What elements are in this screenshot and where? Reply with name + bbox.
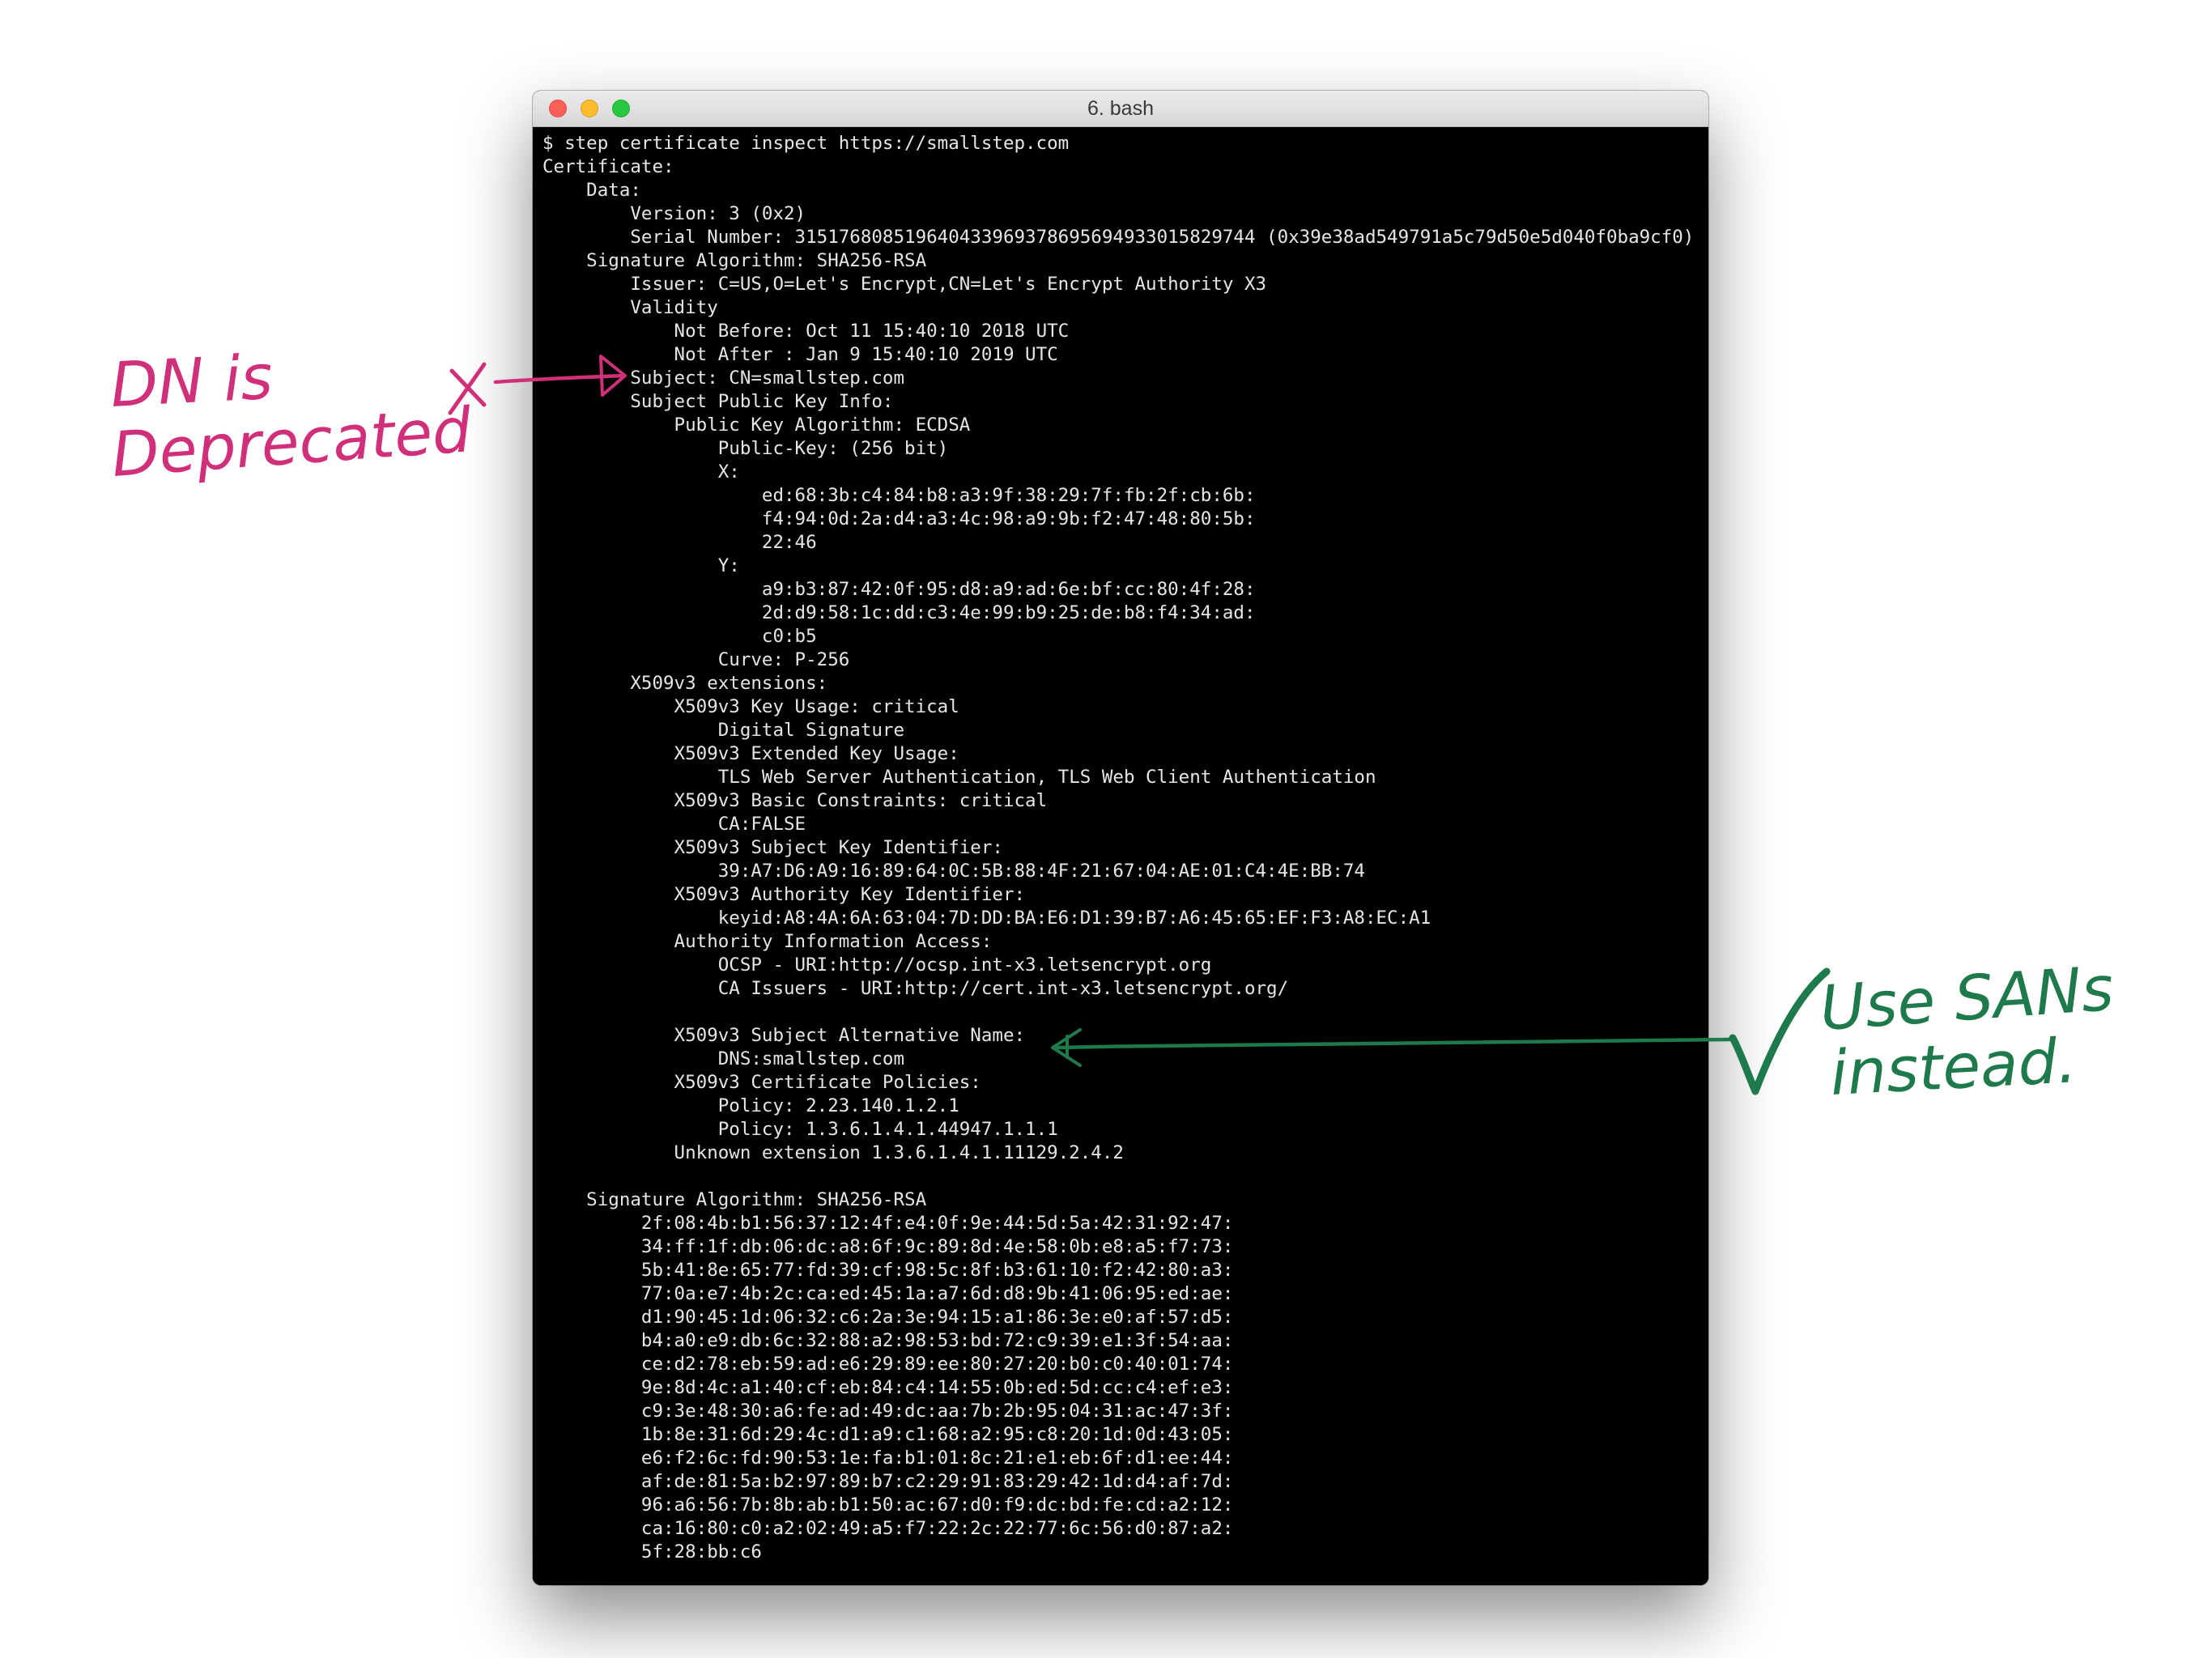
check-mark-icon xyxy=(1729,967,1831,1095)
san-note-line2: instead. xyxy=(1828,1024,2078,1109)
terminal-body[interactable]: $ step certificate inspect https://small… xyxy=(533,127,1708,1585)
window-titlebar[interactable]: 6. bash xyxy=(533,91,1708,127)
x-mark-icon xyxy=(448,362,487,415)
deprecated-note-line1: DN is xyxy=(108,341,274,421)
san-note-line1: Use SANs xyxy=(1818,952,2116,1044)
deprecated-note-line2: Deprecated xyxy=(109,393,474,491)
window-title: 6. bash xyxy=(1087,97,1154,120)
terminal-window: 6. bash $ step certificate inspect https… xyxy=(533,91,1708,1585)
terminal-output: $ step certificate inspect https://small… xyxy=(542,133,1695,1562)
